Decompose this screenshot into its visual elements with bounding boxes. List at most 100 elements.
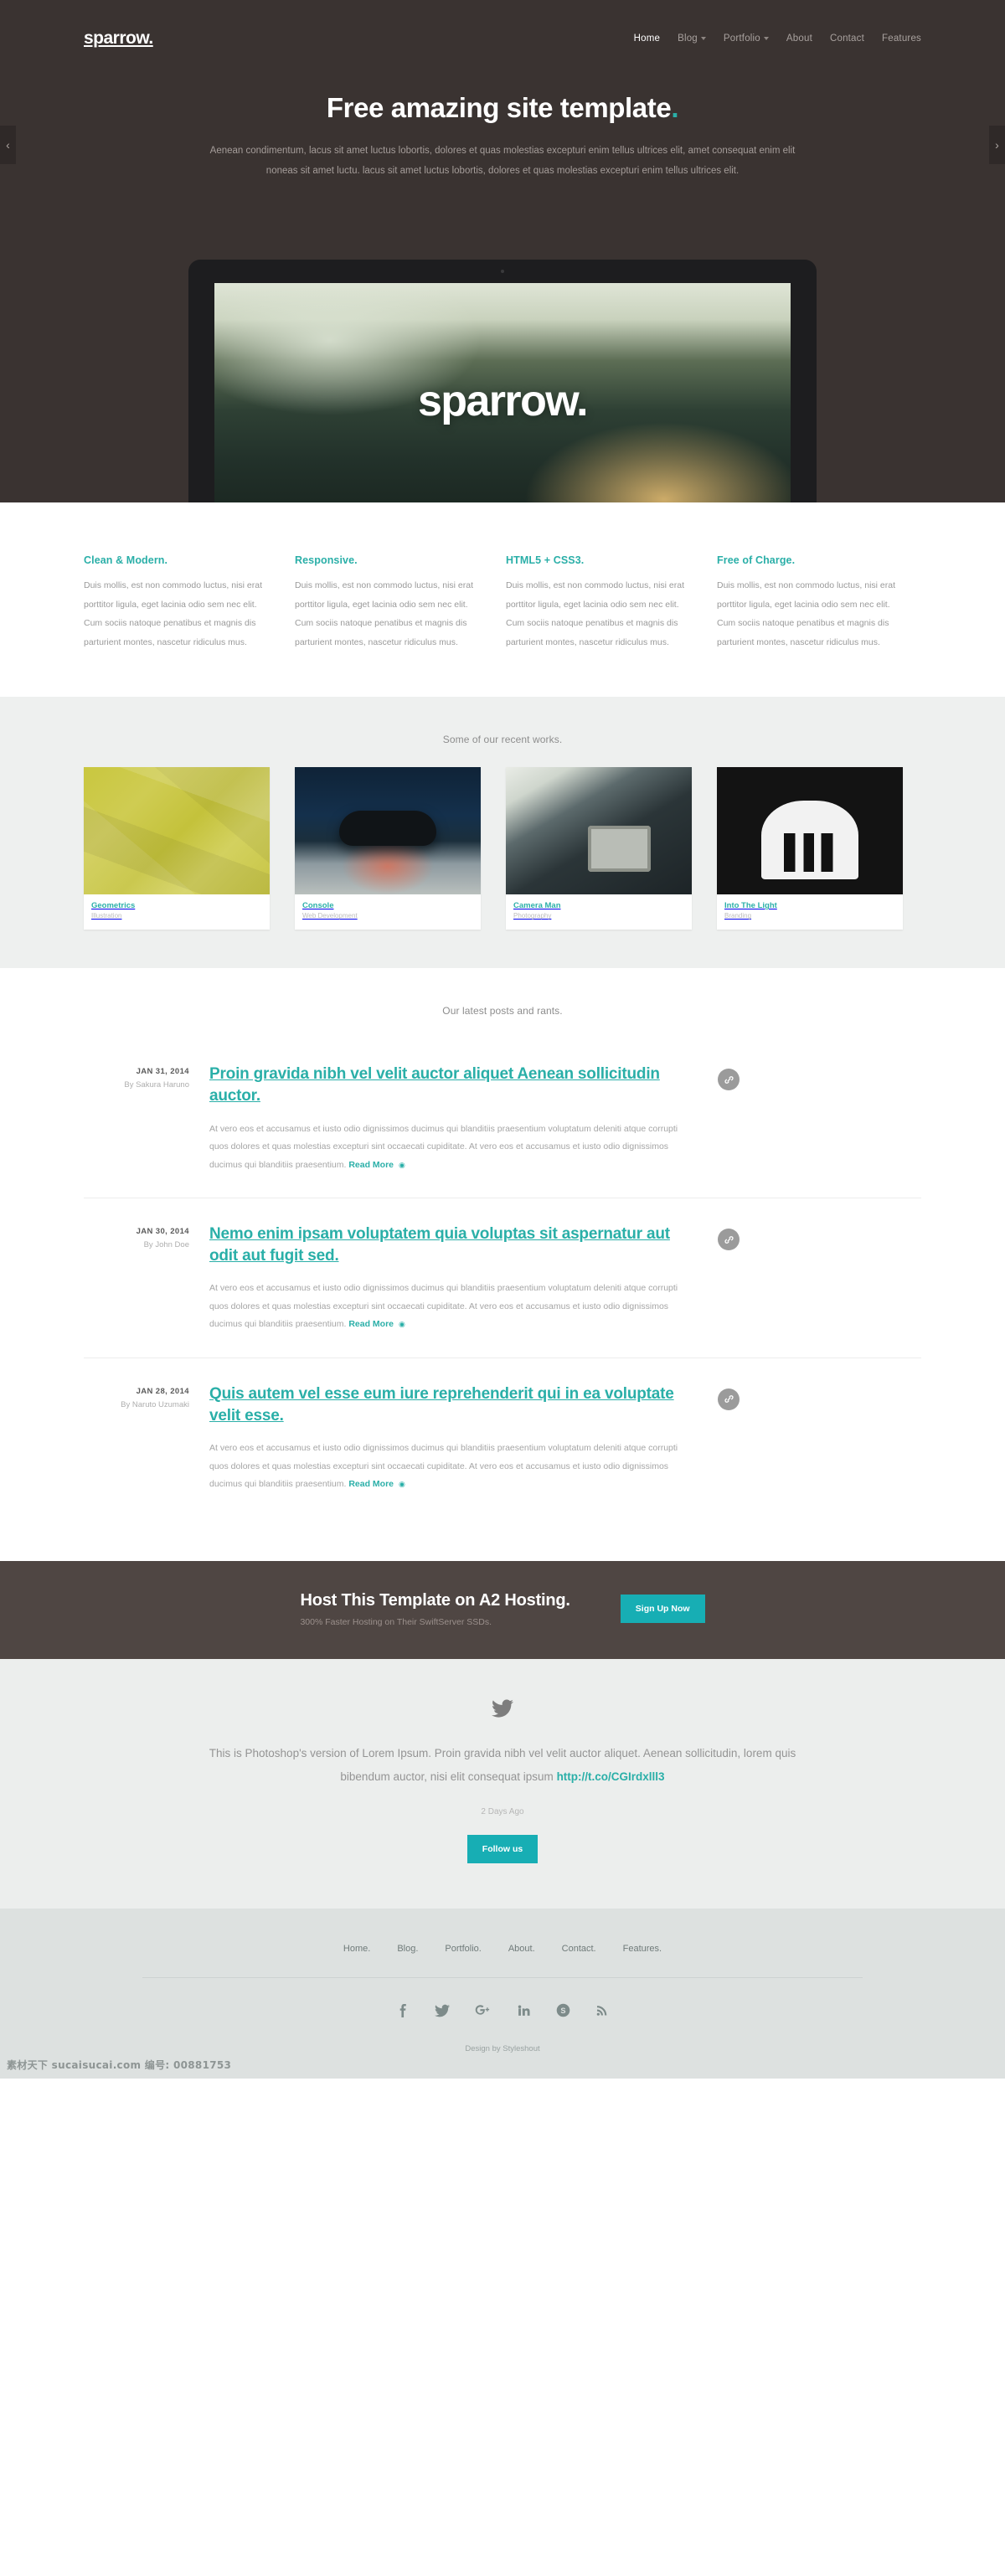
stock-watermark: 素材天下 sucaisucai.com 编号: 00881753 — [7, 2059, 232, 2072]
blog-post-title[interactable]: Proin gravida nibh vel velit auctor aliq… — [209, 1064, 678, 1106]
blog-section: Our latest posts and rants. JAN 31, 2014… — [0, 968, 1005, 1561]
nav-links: Home Blog Portfolio About Contact Featur… — [634, 33, 921, 44]
link-icon[interactable] — [718, 1229, 740, 1251]
blog-post-title[interactable]: Quis autem vel esse eum iure reprehender… — [209, 1383, 678, 1426]
nav-label-about: About — [786, 33, 812, 44]
portfolio-thumbnail — [295, 767, 481, 895]
arrow-circle-icon: ◉ — [398, 1320, 405, 1329]
portfolio-card-camera-man[interactable]: Camera Man Photography — [506, 767, 692, 930]
rss-icon[interactable] — [595, 2003, 609, 2022]
follow-us-button[interactable]: Follow us — [466, 1835, 539, 1864]
portfolio-card-geometrics[interactable]: Geometrics Illustration — [84, 767, 270, 930]
footer-link-contact[interactable]: Contact. — [562, 1944, 596, 1954]
feature-body: Duis mollis, est non commodo luctus, nis… — [295, 580, 473, 647]
slider-next-arrow[interactable]: › — [989, 126, 1005, 164]
googleplus-icon[interactable] — [475, 2003, 492, 2022]
footer-link-about[interactable]: About. — [508, 1944, 535, 1954]
blog-post-meta: JAN 28, 2014 By Naruto Uzumaki — [84, 1383, 209, 1494]
footer-link-portfolio[interactable]: Portfolio. — [445, 1944, 481, 1954]
nav-item-about[interactable]: About — [786, 33, 812, 44]
sign-up-now-button[interactable]: Sign Up Now — [620, 1595, 705, 1624]
nav-label-blog: Blog — [678, 33, 698, 44]
features-grid: Clean & Modern. Duis mollis, est non com… — [84, 554, 921, 652]
blog-post-meta: JAN 30, 2014 By John Doe — [84, 1224, 209, 1334]
portfolio-thumbnail — [84, 767, 270, 895]
site-footer: Home. Blog. Portfolio. About. Contact. F… — [0, 1909, 1005, 2079]
portfolio-card-category: Photography — [513, 912, 552, 920]
portfolio-card-category: Web Development — [302, 912, 358, 920]
blog-post-body: Quis autem vel esse eum iure reprehender… — [209, 1383, 678, 1494]
laptop-camera-dot — [501, 270, 504, 273]
portfolio-card-meta: Console Web Development — [295, 894, 481, 930]
footer-link-features[interactable]: Features. — [623, 1944, 662, 1954]
portfolio-card-meta: Camera Man Photography — [506, 894, 692, 930]
blog-post: JAN 28, 2014 By Naruto Uzumaki Quis aute… — [84, 1358, 921, 1517]
portfolio-section: Some of our recent works. Geometrics Ill… — [0, 697, 1005, 969]
feature-title: HTML5 + CSS3. — [506, 554, 585, 566]
blog-post-excerpt: At vero eos et accusamus et iusto odio d… — [209, 1121, 678, 1175]
cta-text: Host This Template on A2 Hosting. 300% F… — [300, 1591, 570, 1627]
skype-icon[interactable]: S — [556, 2003, 570, 2022]
portfolio-card-category: Branding — [724, 912, 752, 920]
blog-post-title[interactable]: Nemo enim ipsam voluptatem quia voluptas… — [209, 1224, 678, 1266]
nav-item-features[interactable]: Features — [882, 33, 921, 44]
hero-title-accent-dot: . — [671, 92, 679, 123]
nav-item-contact[interactable]: Contact — [830, 33, 864, 44]
feature-title: Free of Charge. — [717, 554, 796, 566]
blog-post-format-col — [678, 1224, 779, 1334]
portfolio-card-meta: Geometrics Illustration — [84, 894, 270, 930]
portfolio-card-meta: Into The Light Branding — [717, 894, 903, 930]
hero-title-text: Free amazing site template — [326, 92, 672, 123]
cta-subtitle: 300% Faster Hosting on Their SwiftServer… — [300, 1616, 492, 1627]
twitter-icon[interactable] — [435, 2003, 451, 2022]
nav-item-portfolio[interactable]: Portfolio — [724, 33, 769, 44]
portfolio-card-into-the-light[interactable]: Into The Light Branding — [717, 767, 903, 930]
portfolio-grid: Geometrics Illustration Console Web Deve… — [84, 767, 921, 930]
slider-prev-arrow[interactable]: ‹ — [0, 126, 16, 164]
chevron-down-icon — [763, 36, 769, 40]
footer-link-home[interactable]: Home. — [343, 1944, 370, 1954]
link-icon[interactable] — [718, 1388, 740, 1410]
read-more-link[interactable]: Read More — [348, 1160, 394, 1170]
portfolio-card-category: Illustration — [91, 912, 122, 920]
site-logo[interactable]: sparrow. — [84, 28, 153, 49]
facebook-icon[interactable] — [396, 2003, 410, 2022]
social-links: S — [0, 2003, 1005, 2022]
footer-link-blog[interactable]: Blog. — [397, 1944, 418, 1954]
features-section: Clean & Modern. Duis mollis, est non com… — [0, 502, 1005, 698]
laptop-screen: sparrow. — [214, 283, 791, 502]
blog-post-list: JAN 31, 2014 By Sakura Haruno Proin grav… — [84, 1038, 921, 1517]
tweet-timestamp: 2 Days Ago — [481, 1807, 524, 1817]
portfolio-card-title: Camera Man — [513, 901, 561, 911]
read-more-link[interactable]: Read More — [348, 1479, 394, 1489]
blog-post-excerpt: At vero eos et accusamus et iusto odio d… — [209, 1440, 678, 1494]
feature-card: Responsive. Duis mollis, est non commodo… — [295, 554, 481, 652]
portfolio-card-title: Into The Light — [724, 901, 777, 911]
blog-post-date: JAN 31, 2014 — [136, 1067, 189, 1077]
blog-post-format-col — [678, 1064, 779, 1174]
blog-post-format-col — [678, 1383, 779, 1494]
blog-post-excerpt: At vero eos et accusamus et iusto odio d… — [209, 1280, 678, 1334]
portfolio-card-console[interactable]: Console Web Development — [295, 767, 481, 930]
tweet-link[interactable]: http://t.co/CGIrdxlll3 — [557, 1770, 665, 1783]
blog-post-body: Proin gravida nibh vel velit auctor aliq… — [209, 1064, 678, 1174]
linkedin-icon[interactable] — [517, 2003, 531, 2022]
footer-navigation: Home. Blog. Portfolio. About. Contact. F… — [142, 1944, 863, 1979]
nav-label-home: Home — [633, 33, 661, 44]
blog-heading: Our latest posts and rants. — [442, 1005, 563, 1018]
cta-banner: Host This Template on A2 Hosting. 300% F… — [0, 1560, 1005, 1659]
read-more-link[interactable]: Read More — [348, 1319, 394, 1329]
main-navigation: sparrow. Home Blog Portfolio About Conta… — [84, 22, 921, 55]
link-icon[interactable] — [718, 1069, 740, 1091]
nav-item-home[interactable]: Home — [634, 33, 660, 44]
blog-post-meta: JAN 31, 2014 By Sakura Haruno — [84, 1064, 209, 1174]
portfolio-thumbnail — [506, 767, 692, 895]
blog-post-date: JAN 28, 2014 — [136, 1386, 189, 1396]
arrow-circle-icon: ◉ — [398, 1480, 405, 1489]
blog-post-excerpt-text: At vero eos et accusamus et iusto odio d… — [209, 1123, 678, 1170]
cta-title: Host This Template on A2 Hosting. — [300, 1590, 570, 1610]
arrow-circle-icon: ◉ — [398, 1160, 405, 1169]
feature-body: Duis mollis, est non commodo luctus, nis… — [506, 580, 684, 647]
nav-item-blog[interactable]: Blog — [678, 33, 706, 44]
hero-title: Free amazing site template. — [0, 92, 1005, 124]
